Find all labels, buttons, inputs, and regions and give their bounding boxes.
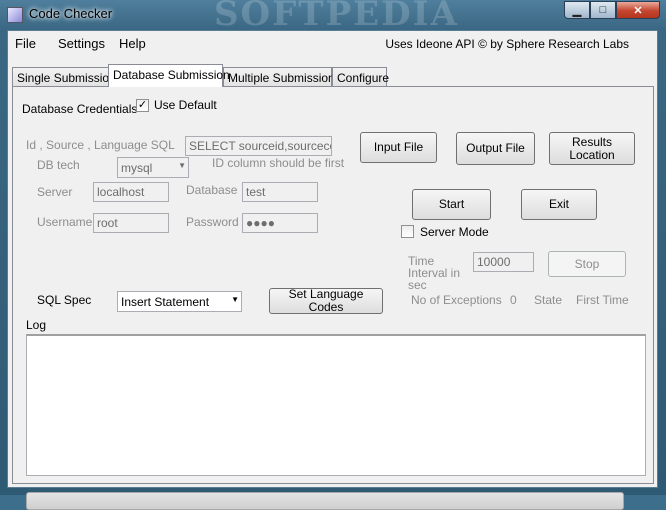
close-button[interactable]: ✕ <box>616 1 660 19</box>
menu-bar: File Settings Help Uses Ideone API © by … <box>8 31 657 57</box>
exceptions-label: No of Exceptions <box>411 293 502 307</box>
time-interval-input[interactable]: 10000 <box>473 252 534 272</box>
maximize-button[interactable]: □ <box>590 1 616 19</box>
results-location-button[interactable]: Results Location <box>549 132 635 165</box>
tab-single-submission[interactable]: Single Submission <box>12 67 116 86</box>
checkmark-icon: ✓ <box>137 99 148 111</box>
chevron-down-icon: ▼ <box>231 295 239 304</box>
menu-settings[interactable]: Settings <box>58 36 105 51</box>
window-title: Code Checker <box>29 6 113 21</box>
start-button[interactable]: Start <box>412 189 491 220</box>
tab-multiple-submissions[interactable]: Multiple Submissions <box>223 67 341 86</box>
maximize-icon: □ <box>599 4 607 16</box>
tab-configure[interactable]: Configure <box>332 67 389 86</box>
sql-spec-select[interactable]: Insert Statement ▼ <box>117 291 242 312</box>
username-label: Username <box>37 215 93 229</box>
minimize-icon: ▁ <box>572 4 582 17</box>
input-file-button[interactable]: Input File <box>360 132 437 163</box>
server-mode-checkbox[interactable] <box>401 225 414 238</box>
log-textarea[interactable] <box>26 334 646 476</box>
sql-spec-label: SQL Spec <box>37 293 92 307</box>
exceptions-value: 0 <box>510 293 517 307</box>
server-input[interactable]: localhost <box>93 182 169 202</box>
database-submission-panel: Database Credentials ✓ Use Default Id , … <box>12 86 654 510</box>
username-input[interactable]: root <box>93 213 169 233</box>
sql-spec-value: Insert Statement <box>121 295 210 309</box>
menu-file[interactable]: File <box>15 36 36 51</box>
tab-database-submission[interactable]: Database Submission <box>108 64 230 87</box>
dbtech-label: DB tech <box>37 158 80 172</box>
watermark: SOFTPEDIA <box>214 0 459 34</box>
stop-button[interactable]: Stop <box>548 251 626 277</box>
time-interval-label: Time Interval in sec <box>408 254 461 292</box>
app-icon <box>7 7 23 23</box>
client-area: File Settings Help Uses Ideone API © by … <box>7 30 658 510</box>
password-label: Password <box>186 215 239 229</box>
server-mode-label: Server Mode <box>420 225 489 239</box>
database-input[interactable]: test <box>242 182 318 202</box>
log-label: Log <box>26 318 47 332</box>
title-bar[interactable]: Code Checker SOFTPEDIA ▁ □ ✕ <box>0 0 666 34</box>
menu-help[interactable]: Help <box>119 36 146 51</box>
chevron-down-icon: ▼ <box>178 161 186 170</box>
minimize-button[interactable]: ▁ <box>564 1 590 19</box>
app-window: Code Checker SOFTPEDIA ▁ □ ✕ File Settin… <box>0 0 666 510</box>
output-file-button[interactable]: Output File <box>456 132 535 165</box>
use-default-label: Use Default <box>154 98 217 112</box>
exit-button[interactable]: Exit <box>521 189 597 220</box>
close-icon: ✕ <box>633 4 643 17</box>
dbtech-select[interactable]: mysql ▼ <box>117 157 189 178</box>
use-default-checkbox[interactable]: ✓ <box>136 99 149 112</box>
server-label: Server <box>37 185 73 199</box>
id-sql-input[interactable]: SELECT sourceid,sourcecolname <box>185 136 332 156</box>
database-label: Database <box>186 183 238 197</box>
id-sql-label: Id , Source , Language SQL <box>26 138 175 152</box>
dbtech-value: mysql <box>121 161 153 175</box>
api-attribution: Uses Ideone API © by Sphere Research Lab… <box>385 37 629 51</box>
set-language-codes-button[interactable]: Set Language Codes <box>269 288 383 314</box>
credentials-label: Database Credentials <box>22 102 138 116</box>
state-label: State <box>534 293 563 307</box>
state-value: First Time <box>576 293 629 307</box>
id-column-hint: ID column should be first <box>212 156 345 170</box>
password-input[interactable]: ●●●● <box>242 213 318 233</box>
